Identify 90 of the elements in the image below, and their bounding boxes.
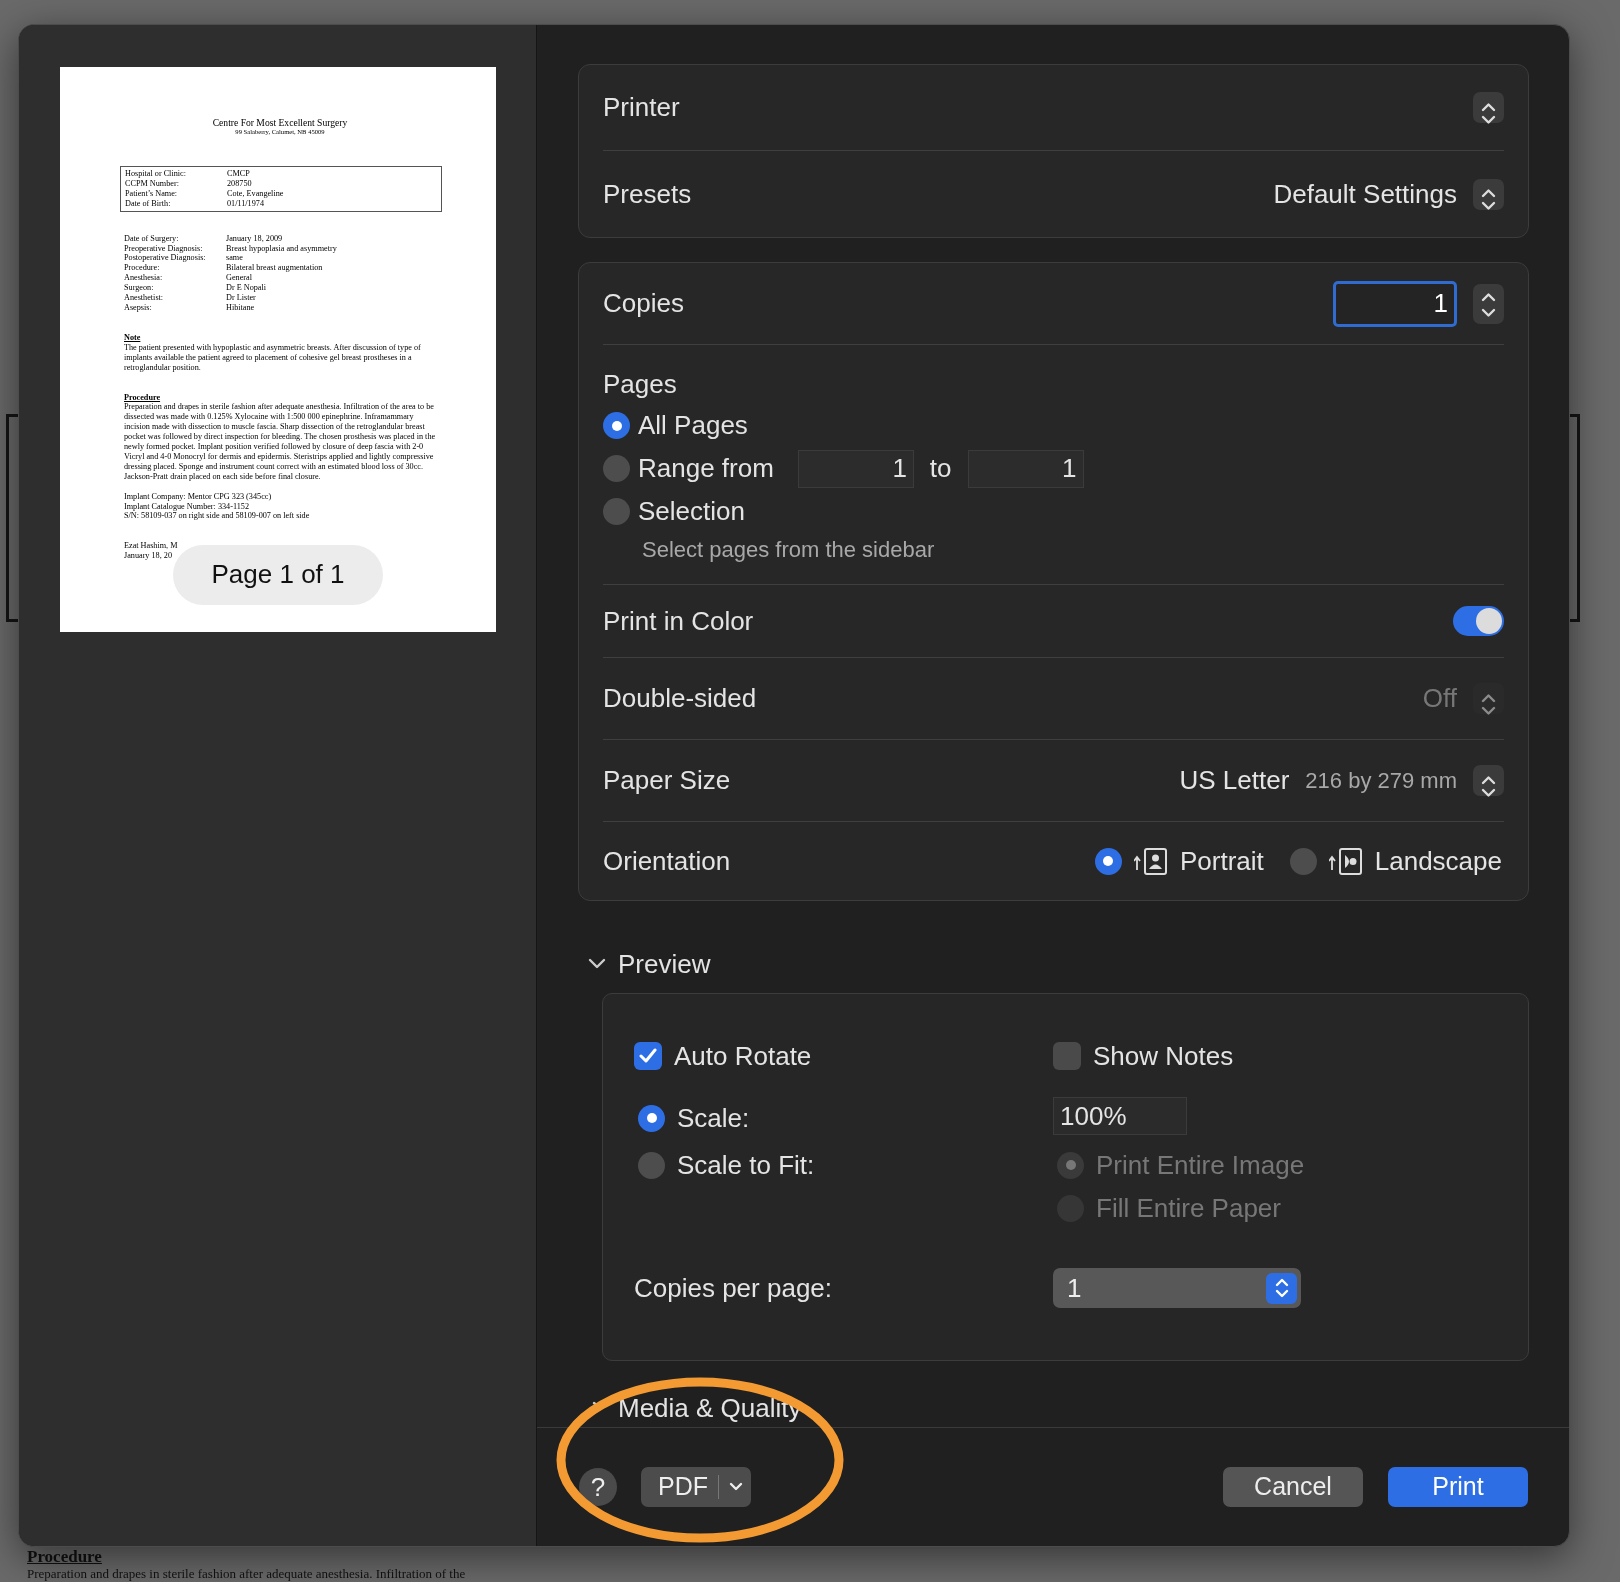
document-label: Patient’s Name: <box>125 188 179 199</box>
document-text: Implant Catalogue Number: 334-1152 <box>124 501 250 512</box>
help-button[interactable]: ? <box>579 1468 617 1506</box>
document-paragraph: The patient presented with hypoplastic and asymmetric breasts. After discussion of type of implants available the patient agreed to placement of cohesive gel breast prostheses in a retroglandular position. <box>124 342 422 373</box>
option-label: Selection <box>638 495 745 528</box>
fit-option: Print Entire Image <box>1096 1145 1305 1185</box>
pages-label: Pages <box>603 368 678 401</box>
scale-field[interactable]: 100% <box>1053 1097 1187 1135</box>
document-paragraph: Preparation and drapes in sterile fashion after adequate anesthesia. Infiltration of the area to be dissected was made with 0.125% Xylocaine with 1:500 000 epinephrine. Inframammary incision made with dissection to muscle fascia. Sharp dissection of the retroglandular breast pocket was followed by direct inspection for bleeding. The chosen prosthesis was placed in the newly formed pocket. Implant position verified followed by closure of deep fascia with 2-0 Vicryl and 4-0 Monocryl for dermis and epidermis. Steristrips applied and lightly compressive dressing placed. Sponge and instrument count correct with an estimated blood loss of 30cc. Jackson-Pratt drain placed on each side before final closure. <box>124 402 436 482</box>
document-text: S/N: 58109-037 on right side and 58109-007 on left side <box>124 511 311 522</box>
chevron-icon[interactable] <box>588 958 606 970</box>
orientation-option: Landscape <box>1374 841 1502 881</box>
checkbox[interactable] <box>634 1042 662 1070</box>
document-label: Date of Birth: <box>125 198 172 209</box>
print-button[interactable]: Print <box>1388 1467 1528 1507</box>
option-label: Range from <box>638 452 774 485</box>
print-in-color-label: Print in Color <box>603 604 754 638</box>
range-from-field[interactable]: 1 <box>797 449 914 488</box>
document-label: Hospital or Clinic: <box>125 169 187 179</box>
section-title: Preview <box>618 947 711 981</box>
document-label: Surgeon: <box>124 283 155 294</box>
page-thumbnail[interactable] <box>60 67 496 632</box>
radio-button[interactable] <box>1094 847 1122 875</box>
radio-button[interactable] <box>638 1104 665 1132</box>
document-value: General <box>226 273 253 284</box>
document-value: Hibitane <box>226 302 256 313</box>
document-text: Implant Company: Mentor CPG 323 (345cc) <box>124 491 273 502</box>
document-text: Preparation and drapes in sterile fashion after adequate anesthesia. Infiltration of the <box>27 1566 466 1581</box>
option-label: All Pages <box>638 409 748 442</box>
document-value: same <box>226 253 244 264</box>
paper-size-popup-button[interactable] <box>1473 765 1504 796</box>
radio-button[interactable] <box>603 498 630 525</box>
document-value: CMCP <box>227 169 251 179</box>
radio-button[interactable] <box>638 1151 665 1179</box>
copies-label: Copies <box>603 287 684 320</box>
document-label: Anesthesia: <box>124 273 164 284</box>
scale-option: Scale to Fit: <box>677 1145 815 1185</box>
document-value: Cote, Evangeline <box>227 188 285 199</box>
document-value: Bilateral breast augmentation <box>226 263 324 274</box>
checkbox[interactable] <box>1053 1042 1081 1070</box>
range-to-field[interactable]: 1 <box>967 449 1084 488</box>
copies-per-page-popup[interactable]: 1 <box>1053 1268 1301 1308</box>
document-value: Dr Lister <box>226 293 257 303</box>
orientation-option: Portrait <box>1179 841 1264 881</box>
radio-button[interactable] <box>603 412 630 439</box>
double-sided-value: Off <box>1422 682 1457 715</box>
toggle-switch[interactable] <box>1453 606 1504 636</box>
document-value: Dr E Nopali <box>226 283 268 294</box>
document-label: Asepsis: <box>124 302 153 313</box>
orientation-label: Orientation <box>603 844 731 878</box>
double-sided-label: Double-sided <box>603 682 757 715</box>
range-to-label: to <box>929 452 952 485</box>
document-value: 208750 <box>227 178 253 189</box>
printer-popup-button[interactable] <box>1473 92 1504 123</box>
document-label: Anesthetist: <box>124 293 165 303</box>
radio-button[interactable] <box>603 455 630 482</box>
document-label: Date of Surgery: <box>124 233 180 244</box>
document-heading: Procedure <box>124 392 161 402</box>
copies-field[interactable]: 1 <box>1333 280 1457 327</box>
fit-option: Fill Entire Paper <box>1096 1188 1281 1228</box>
presets-popup-button[interactable] <box>1473 178 1504 210</box>
document-label: Preoperative Diagnosis: <box>124 243 204 254</box>
document-label: CCPM Number: <box>125 178 180 189</box>
printer-label: Printer <box>603 91 680 124</box>
copies-per-page-label: Copies per page: <box>634 1271 834 1305</box>
show-notes-label: Show Notes <box>1093 1039 1234 1073</box>
radio-button[interactable] <box>1289 847 1317 875</box>
document-label: Postoperative Diagnosis: <box>124 253 207 264</box>
cancel-button[interactable]: Cancel <box>1223 1467 1363 1507</box>
document-heading: Note <box>124 332 141 342</box>
paper-size-value: US Letter <box>1179 764 1290 797</box>
document-label: Procedure: <box>124 263 161 274</box>
document-title: Centre For Most Excellent Surgery <box>211 117 349 128</box>
checkmark-icon <box>639 1048 657 1064</box>
document-text: January 18, 20 <box>124 551 173 562</box>
selection-hint: Select pages from the sidebar <box>642 536 936 564</box>
rotated-page-person-icon <box>1328 846 1363 876</box>
presets-value: Default Settings <box>1273 177 1457 211</box>
paper-size-label: Paper Size <box>603 764 731 797</box>
paper-size-detail: 216 by 279 mm <box>1305 767 1457 795</box>
document-heading: Procedure <box>27 1548 103 1566</box>
pdf-menu-button[interactable]: PDF <box>641 1467 751 1507</box>
scale-option: Scale: <box>677 1098 750 1138</box>
page-person-icon <box>1133 846 1168 876</box>
presets-label: Presets <box>603 177 692 211</box>
caret-icon[interactable] <box>729 1482 743 1492</box>
document-value: January 18, 2009 <box>226 233 284 244</box>
auto-rotate-label: Auto Rotate <box>674 1039 812 1073</box>
document-value: Breast hypoplasia and asymmetry <box>226 243 338 254</box>
document-value: 01/11/1974 <box>227 198 265 209</box>
